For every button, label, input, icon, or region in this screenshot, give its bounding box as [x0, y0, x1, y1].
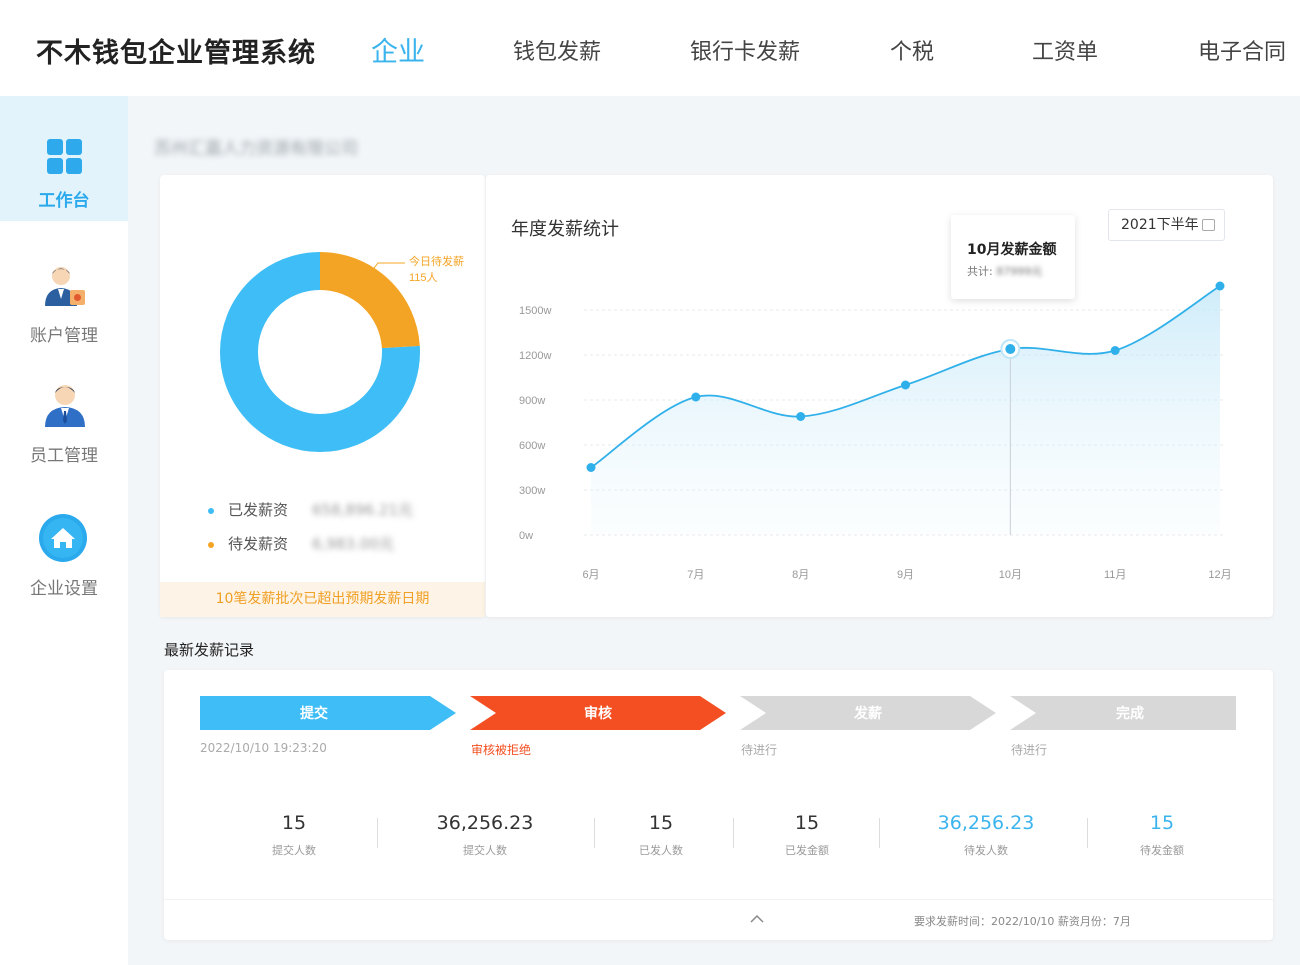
sidebar-item-label: 工作台	[38, 191, 90, 211]
sidebar-item-label: 企业设置	[30, 579, 98, 599]
stat-value: 15	[794, 812, 820, 834]
legend-label: 待发薪资	[228, 535, 289, 553]
home-settings-icon	[39, 514, 87, 562]
stat-pending-amount: 15 待发金额	[1082, 812, 1242, 858]
stat-label: 待发金额	[1140, 844, 1184, 857]
data-point	[1110, 346, 1120, 355]
stat-value: 15	[648, 812, 674, 834]
tooltip-total-value: 87999元	[996, 265, 1043, 278]
stat-value: 15	[1149, 812, 1175, 834]
nav-item-payslip[interactable]: 工资单	[1032, 34, 1098, 66]
company-name: 苏州汇嘉人力资源有限公司	[154, 139, 358, 159]
payout-donut-chart: 今日待发薪 115人	[220, 252, 464, 452]
records-section-title: 最新发薪记录	[164, 641, 255, 659]
step-label: 完成	[1116, 705, 1144, 721]
chevron-up-icon[interactable]	[750, 914, 764, 924]
stat-value: 36,256.23	[436, 812, 534, 834]
records-card: 提交 审核 发薪 完成 2022/10/10 19:23:20 审核被拒绝 待进…	[164, 670, 1273, 940]
records-footer: 要求发薪时间：2022/10/10 薪资月份：7月	[164, 899, 1273, 940]
x-tick-label: 6月	[582, 569, 599, 581]
series-area	[591, 286, 1220, 535]
tooltip-total: 共计: 87999元	[967, 263, 1042, 279]
data-point	[1215, 281, 1225, 291]
data-point	[691, 392, 701, 402]
donut-callout-title: 今日待发薪	[409, 254, 464, 268]
sidebar-item-employees[interactable]: 员工管理	[0, 376, 128, 476]
y-tick-label: 0w	[519, 530, 533, 542]
sidebar-item-label: 账户管理	[30, 326, 98, 346]
step-label: 提交	[300, 705, 328, 721]
stat-submitted-count: 15 提交人数	[214, 812, 374, 858]
tooltip-total-label: 共计:	[967, 265, 993, 278]
legend-dot	[208, 541, 214, 548]
stat-divider	[377, 818, 378, 848]
nav-item-tax[interactable]: 个税	[890, 34, 934, 66]
nav-item-bankcard-payroll[interactable]: 银行卡发薪	[690, 34, 800, 66]
payout-summary-card: 今日待发薪 115人 已发薪资 658,896.21元 待发薪资 6,983.00元…	[160, 175, 485, 617]
donut-callout-count: 115人	[409, 271, 438, 284]
stat-divider	[879, 818, 880, 848]
x-tick-label: 12月	[1208, 569, 1231, 581]
nav-item-e-contract[interactable]: 电子合同	[1198, 34, 1286, 66]
y-tick-label: 1200w	[519, 350, 551, 362]
stat-label: 已发人数	[639, 844, 683, 857]
chart-tooltip: 10月发薪金额 共计: 87999元	[951, 215, 1075, 299]
data-point	[796, 412, 806, 421]
y-tick-label: 300w	[519, 485, 545, 497]
progress-steps: 提交 审核 发薪 完成	[200, 696, 1236, 730]
sidebar-item-account[interactable]: 账户管理	[0, 256, 128, 356]
sidebar: 工作台 账户管理 员工管理 企业设置	[0, 96, 128, 965]
nav-item-wallet-payroll[interactable]: 钱包发薪	[513, 34, 601, 66]
data-point	[1005, 344, 1016, 354]
x-tick-label: 11月	[1104, 569, 1126, 581]
step-submit-time: 2022/10/10 19:23:20	[200, 741, 327, 755]
sidebar-item-label: 员工管理	[30, 446, 98, 466]
sidebar-item-enterprise-settings[interactable]: 企业设置	[0, 511, 128, 611]
sidebar-item-workbench[interactable]: 工作台	[0, 96, 128, 221]
stat-label: 待发人数	[964, 844, 1008, 857]
stat-value: 15	[281, 812, 307, 834]
employee-icon	[45, 385, 85, 427]
annual-line-chart: 1500w 1200w 900w 600w 300w 0w 6月 7月 8月 9月 10月 11月 12…	[519, 281, 1232, 581]
step-label: 发薪	[853, 705, 882, 721]
step-complete-status: 待进行	[1011, 743, 1048, 757]
top-header: 不木钱包企业管理系统 企业 钱包发薪 银行卡发薪 个税 工资单 电子合同	[0, 0, 1300, 96]
grid-icon	[47, 139, 82, 174]
legend-pending: 待发薪资 6,983.00元	[208, 533, 394, 554]
brand-title: 不木钱包企业管理系统	[36, 38, 316, 69]
nav-item-enterprise[interactable]: 企业	[371, 30, 425, 69]
stat-label: 已发金额	[785, 844, 829, 857]
stat-label: 提交人数	[272, 844, 316, 857]
x-tick-label: 10月	[999, 569, 1022, 581]
stat-value: 36,256.23	[937, 812, 1035, 834]
legend-value: 658,896.21元	[312, 501, 413, 519]
step-review-status: 审核被拒绝	[471, 743, 532, 757]
x-tick-label: 8月	[792, 569, 809, 581]
legend-label: 已发薪资	[228, 501, 289, 519]
y-tick-label: 1500w	[519, 305, 551, 317]
legend-dot	[208, 507, 214, 514]
x-tick-label: 9月	[897, 569, 914, 581]
data-point	[586, 463, 596, 472]
legend-paid: 已发薪资 658,896.21元	[208, 499, 413, 520]
step-payout-status: 待进行	[741, 743, 778, 757]
overdue-notice[interactable]: 10笔发薪批次已超出预期发薪日期	[160, 582, 485, 617]
stat-submitted-amount: 36,256.23 提交人数	[405, 812, 565, 858]
y-tick-label: 900w	[519, 395, 545, 407]
y-tick-label: 600w	[519, 440, 545, 452]
records-footer-info: 要求发薪时间：2022/10/10 薪资月份：7月	[914, 915, 1131, 928]
stat-label: 提交人数	[463, 844, 507, 857]
x-tick-label: 7月	[687, 569, 704, 581]
legend-value: 6,983.00元	[312, 535, 394, 553]
data-point	[901, 380, 910, 390]
stat-paid-amount: 15 已发金额	[727, 812, 887, 858]
stat-paid-count: 15 已发人数	[581, 812, 741, 858]
tooltip-title: 10月发薪金额	[967, 242, 1057, 258]
stat-pending-count: 36,256.23 待发人数	[906, 812, 1066, 858]
step-submit[interactable]	[200, 696, 456, 730]
account-user-icon	[45, 267, 85, 306]
step-label: 审核	[584, 705, 612, 721]
annual-payroll-card: 年度发薪统计 2021下半年 1500w 1200w 900w 600w 300w 0w 6…	[485, 175, 1273, 617]
